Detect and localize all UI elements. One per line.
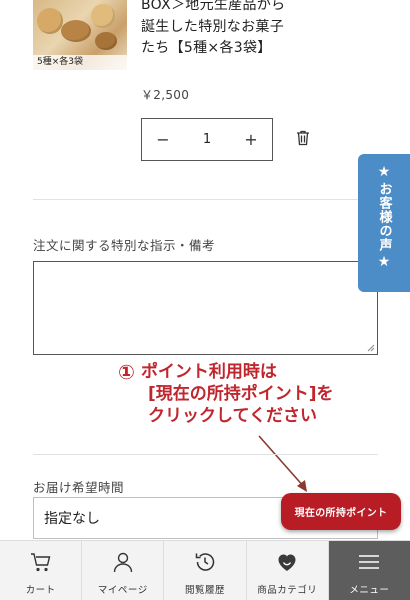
divider [33,199,378,200]
annotation-line-1: ポイント利用時は [140,362,277,382]
step-number: ① [118,360,135,384]
current-points-button[interactable]: 現在の所持ポイント [281,493,401,530]
delivery-time-value: 指定なし [44,511,100,527]
quantity-stepper: − 1 + [141,118,273,161]
order-note-textarea[interactable] [33,261,378,355]
cart-icon [30,553,50,572]
product-image-caption: 5種×各3袋 [33,55,127,70]
nav-mypage-label: マイページ [97,585,148,596]
nav-history[interactable]: 閲覧履歴 [164,541,247,600]
quantity-input[interactable]: 1 [184,132,230,147]
divider [33,454,378,455]
annotation-line-3: クリックしてください [148,406,317,426]
nav-category-label: 商品カテゴリ [257,585,318,596]
nav-menu[interactable]: メニュー [328,541,410,600]
decrease-quantity-button[interactable]: − [142,119,184,160]
cookie-shape [61,20,91,42]
annotation-line-2: [現在の所持ポイント]を [148,384,334,404]
cookie-shape [91,4,115,28]
bottom-nav: カート マイページ 閲覧履歴 商品カテゴリ メニュー [0,540,410,600]
customer-voice-tab[interactable]: ★ お客様の声 ★ [358,154,410,292]
increase-quantity-button[interactable]: + [230,119,272,160]
nav-category[interactable]: 商品カテゴリ [247,541,329,600]
customer-voice-label: お客様の声 [376,182,392,252]
instruction-annotation: ① ポイント利用時は [現在の所持ポイント]を クリックしてください [118,361,378,427]
nav-menu-label: メニュー [349,585,390,596]
product-image[interactable]: 5種×各3袋 [33,0,127,70]
history-icon [195,553,215,571]
annotation-arrow [258,435,307,492]
trash-icon[interactable] [296,130,310,146]
note-label: 注文に関する特別な指示・備考 [33,238,216,253]
product-price: ￥2,500 [141,88,190,102]
resize-grip-icon[interactable] [367,344,375,352]
nav-history-label: 閲覧履歴 [185,585,226,596]
cookie-shape [37,8,63,34]
nav-cart-label: カート [25,585,56,596]
product-title[interactable]: BOX＞地元生産品から誕生した特別なお菓子たち【5種×各3袋】 [141,0,291,60]
person-icon [113,552,132,573]
delivery-time-label: お届け希望時間 [33,480,125,495]
hamburger-icon [359,555,380,569]
star-icon: ★ [377,254,391,270]
star-icon: ★ [377,164,391,180]
cookie-shape [95,32,117,50]
nav-mypage[interactable]: マイページ [82,541,165,600]
heart-icon [278,554,296,571]
nav-cart[interactable]: カート [0,541,83,600]
